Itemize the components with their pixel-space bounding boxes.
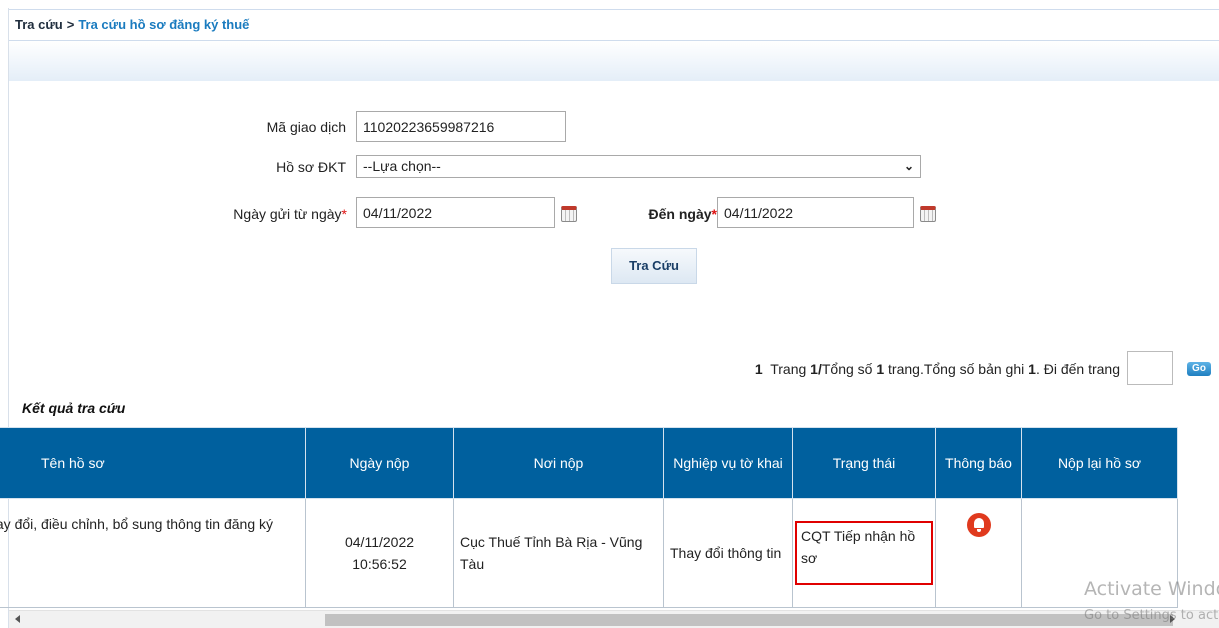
scroll-left-arrow-icon[interactable] xyxy=(15,615,20,623)
breadcrumb: Tra cứu > Tra cứu hồ sơ đăng ký thuế xyxy=(9,9,1219,41)
transaction-code-input[interactable] xyxy=(356,111,566,142)
required-mark: * xyxy=(341,206,347,222)
bell-icon[interactable] xyxy=(966,513,991,537)
column-header-date: Ngày nộp xyxy=(305,427,454,499)
activation-watermark-sub: Go to Settings to activate Windows. xyxy=(1084,608,1219,623)
results-table: Tên hồ sơ Ngày nộp Nơi nộp Nghiệp vụ tờ … xyxy=(0,427,1178,608)
cell-date: 04/11/2022 10:56:52 xyxy=(305,498,454,608)
cell-status: CQT Tiếp nhận hồ sơ xyxy=(792,498,936,608)
from-date-input[interactable] xyxy=(356,197,555,228)
from-date-label-text: Ngày gửi từ ngày xyxy=(233,206,342,222)
from-date-label: Ngày gửi từ ngày* xyxy=(233,206,347,222)
pager-text: . Đi đến trang xyxy=(1035,361,1120,377)
cell-date-day: 04/11/2022 xyxy=(344,534,415,550)
status-highlight: CQT Tiếp nhận hồ sơ xyxy=(795,521,933,585)
column-header-place: Nơi nộp xyxy=(453,427,664,499)
pager: 1 Trang 1/Tổng số 1 trang.Tổng số bản gh… xyxy=(755,361,1120,377)
pager-total-pages: 1 xyxy=(876,361,885,377)
page: Tra cứu > Tra cứu hồ sơ đăng ký thuế Mã gi… xyxy=(0,0,1219,628)
cell-operation: Thay đổi thông tin xyxy=(663,498,793,608)
column-header-status: Trạng thái xyxy=(792,427,936,499)
pager-total-records: 1 xyxy=(1028,361,1036,377)
go-button[interactable]: Go xyxy=(1187,362,1211,376)
results-title: Kết quả tra cứu xyxy=(22,400,126,416)
pager-current-page[interactable]: 1 xyxy=(755,361,763,377)
cell-date-time: 10:56:52 xyxy=(352,556,407,572)
calendar-icon[interactable] xyxy=(561,206,577,222)
status-text: CQT Tiếp nhận hồ sơ xyxy=(801,528,916,566)
dossier-select[interactable]: --Lựa chọn-- ⌄ xyxy=(356,155,921,178)
column-header-name: Tên hồ sơ xyxy=(0,427,306,499)
column-header-notice: Thông báo xyxy=(935,427,1022,499)
pager-text: trang.Tổng số bản ghi xyxy=(888,361,1025,377)
pager-text: Trang xyxy=(770,361,807,377)
breadcrumb-root[interactable]: Tra cứu xyxy=(15,17,63,32)
cell-notice xyxy=(935,498,1022,608)
dossier-label: Hồ sơ ĐKT xyxy=(276,159,346,175)
column-header-resubmit: Nộp lại hồ sơ xyxy=(1021,427,1178,499)
activation-watermark: Activate Windows xyxy=(1084,578,1219,600)
breadcrumb-separator: > xyxy=(66,17,75,32)
cell-place: Cục Thuế Tỉnh Bà Rịa - Vũng Tàu xyxy=(453,498,664,608)
scrollbar-thumb[interactable] xyxy=(325,614,1173,626)
horizontal-scrollbar[interactable] xyxy=(9,610,1219,628)
to-date-label-text: Đến ngày xyxy=(648,206,712,222)
dossier-select-value: --Lựa chọn-- xyxy=(363,158,441,174)
cell-name[interactable]: Thay đổi, điều chỉnh, bổ sung thông tin … xyxy=(0,498,306,608)
to-date-label: Đến ngày* xyxy=(649,206,717,222)
table-row: Thay đổi, điều chỉnh, bổ sung thông tin … xyxy=(0,498,1178,608)
to-date-input[interactable] xyxy=(717,197,914,228)
goto-page-input[interactable] xyxy=(1127,351,1173,385)
pager-page-of: 1/ xyxy=(810,361,822,377)
calendar-icon[interactable] xyxy=(920,206,936,222)
column-header-operation: Nghiệp vụ tờ khai xyxy=(663,427,793,499)
breadcrumb-current[interactable]: Tra cứu hồ sơ đăng ký thuế xyxy=(78,17,249,32)
pager-text: Tổng số xyxy=(821,361,873,377)
transaction-code-label: Mã giao dịch xyxy=(266,119,346,135)
chevron-down-icon: ⌄ xyxy=(903,159,914,173)
search-button[interactable]: Tra Cứu xyxy=(611,248,697,284)
header-band xyxy=(9,41,1219,81)
table-header-row: Tên hồ sơ Ngày nộp Nơi nộp Nghiệp vụ tờ … xyxy=(0,427,1178,499)
